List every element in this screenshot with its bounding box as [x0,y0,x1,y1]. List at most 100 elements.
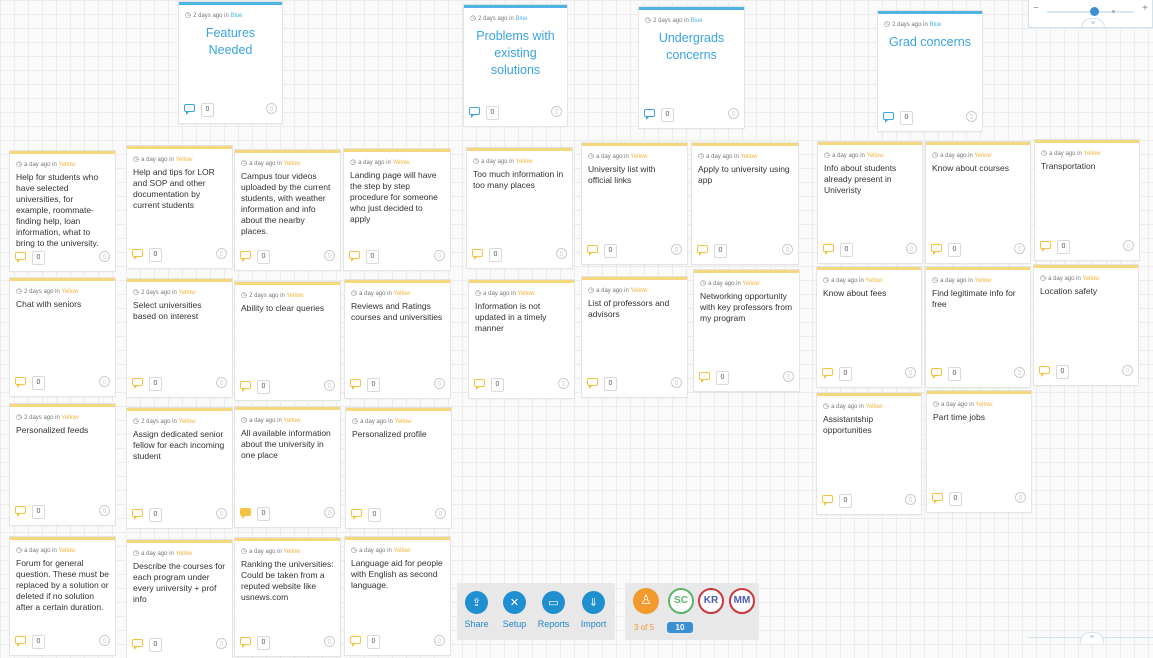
trash-icon[interactable]: ▯ [782,244,793,255]
comment-icon[interactable] [15,377,26,388]
trash-icon[interactable]: ▯ [324,250,335,261]
avatar-mm[interactable]: MM [729,588,755,614]
sticky-note[interactable]: ◷ 2 days ago in Yellow Ability to clear q… [235,282,340,400]
sticky-note[interactable]: ◷ a day ago in Yellow University list wit… [582,143,687,264]
comment-icon[interactable] [15,506,26,517]
sticky-note[interactable]: ◷ a day ago in Yellow Landing page will h… [344,149,450,270]
column-header-features-needed[interactable]: ◷ 2 days ago in Blue Features Needed 0 ▯ [179,2,282,123]
comment-icon[interactable] [587,378,598,389]
sticky-note[interactable]: ◷ 2 days ago in Yellow Chat with seniors … [10,278,115,396]
sticky-note[interactable]: ◷ a day ago in Yellow Information is not … [469,280,574,398]
trash-icon[interactable]: ▯ [434,250,445,261]
comment-icon[interactable] [931,368,942,379]
trash-icon[interactable]: ▯ [434,635,445,646]
sticky-note[interactable]: ◷ 2 days ago in Yellow Assign dedicated s… [127,408,232,528]
trash-icon[interactable]: ▯ [324,636,335,647]
zoom-slider-handle[interactable] [1090,7,1099,16]
comment-icon[interactable] [587,245,598,256]
comment-icon[interactable] [240,251,251,262]
sticky-note[interactable]: ◷ 2 days ago in Yellow Personalized feeds… [10,404,115,525]
trash-icon[interactable]: ▯ [99,376,110,387]
reports-button[interactable]: ▭ Reports [535,591,572,629]
comment-icon[interactable] [184,104,195,115]
column-header-undergrads[interactable]: ◷ 2 days ago in Blue Undergrads concerns … [639,7,744,128]
trash-icon[interactable]: ▯ [1014,367,1025,378]
trash-icon[interactable]: ▯ [266,103,277,114]
trash-icon[interactable]: ▯ [558,378,569,389]
comment-icon[interactable] [697,245,708,256]
zoom-in-button[interactable]: + [1142,3,1148,14]
sticky-note[interactable]: ◷ a day ago in Yellow Language aid for pe… [345,537,450,655]
avatar-sc[interactable]: SC [668,588,694,614]
sticky-note[interactable]: ◷ a day ago in Yellow Help and tips for L… [127,146,232,268]
comment-icon[interactable] [883,112,894,123]
sticky-note[interactable]: ◷ a day ago in Yellow Forum for general q… [10,537,115,655]
trash-icon[interactable]: ▯ [434,378,445,389]
trash-icon[interactable]: ▯ [435,508,446,519]
trash-icon[interactable]: ▯ [551,106,562,117]
column-header-problems[interactable]: ◷ 2 days ago in Blue Problems with existi… [464,5,567,126]
trash-icon[interactable]: ▯ [556,248,567,259]
comment-icon[interactable] [132,249,143,260]
comment-icon[interactable] [132,639,143,650]
comment-icon[interactable] [1040,241,1051,252]
sticky-note[interactable]: ◷ a day ago in Yellow Location safety 0 ▯ [1034,265,1138,385]
sticky-note[interactable]: ◷ a day ago in Yellow Networking opportun… [694,270,799,391]
setup-button[interactable]: ✕ Setup [496,591,533,629]
trash-icon[interactable]: ▯ [728,108,739,119]
trash-icon[interactable]: ▯ [671,244,682,255]
sticky-note[interactable]: ◷ a day ago in Yellow Know about fees 0 ▯ [817,267,921,387]
trash-icon[interactable]: ▯ [783,371,794,382]
trash-icon[interactable]: ▯ [905,367,916,378]
trash-icon[interactable]: ▯ [671,377,682,388]
comment-icon[interactable] [823,244,834,255]
user-icon[interactable]: ♙ [633,588,659,614]
top-panel-menu-icon[interactable]: ≡ [1081,18,1105,29]
comment-icon[interactable] [132,509,143,520]
comment-icon[interactable] [469,107,480,118]
comment-icon[interactable] [474,379,485,390]
trash-icon[interactable]: ▯ [906,243,917,254]
trash-icon[interactable]: ▯ [216,377,227,388]
comment-icon[interactable] [350,636,361,647]
avatar-kr[interactable]: KR [698,588,724,614]
comment-icon[interactable] [349,251,360,262]
trash-icon[interactable]: ▯ [905,494,916,505]
trash-icon[interactable]: ▯ [216,508,227,519]
comment-icon[interactable] [1039,366,1050,377]
zoom-slider[interactable] [1047,7,1134,16]
comment-icon[interactable] [15,636,26,647]
comment-icon[interactable] [132,378,143,389]
comment-icon[interactable] [932,493,943,504]
trash-icon[interactable]: ▯ [216,248,227,259]
comment-icon[interactable] [822,495,833,506]
import-button[interactable]: ⇓ Import [575,591,612,629]
sticky-note[interactable]: ◷ 2 days ago in Yellow Select universitie… [127,279,232,397]
sticky-note[interactable]: ◷ a day ago in Yellow Reviews and Ratings… [345,280,450,398]
comment-icon[interactable] [822,368,833,379]
sticky-note[interactable]: ◷ a day ago in Yellow Find legitimate inf… [926,267,1030,387]
sticky-note[interactable]: ◷ a day ago in Yellow List of professors … [582,277,687,397]
trash-icon[interactable]: ▯ [216,638,227,649]
trash-icon[interactable]: ▯ [1015,492,1026,503]
bottom-panel-menu-icon[interactable]: ≡ [1080,632,1104,643]
comment-icon[interactable] [240,508,251,519]
sticky-note[interactable]: ◷ a day ago in Yellow Personalized profil… [346,408,451,528]
trash-icon[interactable]: ▯ [324,507,335,518]
sticky-note[interactable]: ◷ a day ago in Yellow Describe the course… [127,540,232,658]
sticky-note[interactable]: ◷ a day ago in Yellow Transportation 0 ▯ [1035,140,1139,260]
comment-icon[interactable] [931,244,942,255]
sticky-note[interactable]: ◷ a day ago in Yellow Too much informatio… [467,148,572,268]
trash-icon[interactable]: ▯ [99,251,110,262]
comment-icon[interactable] [644,109,655,120]
sticky-note[interactable]: ◷ a day ago in Yellow Ranking the univers… [235,538,340,656]
sticky-note[interactable]: ◷ a day ago in Yellow Apply to university… [692,143,798,264]
sticky-note[interactable]: ◷ a day ago in Yellow Info about students… [818,142,922,263]
comment-icon[interactable] [351,509,362,520]
comment-icon[interactable] [699,372,710,383]
share-button[interactable]: ⇪ Share [458,591,495,629]
sticky-note[interactable]: ◷ a day ago in Yellow Campus tour videos … [235,150,340,270]
trash-icon[interactable]: ▯ [1123,240,1134,251]
comment-icon[interactable] [240,381,251,392]
zoom-out-button[interactable]: − [1033,3,1039,14]
